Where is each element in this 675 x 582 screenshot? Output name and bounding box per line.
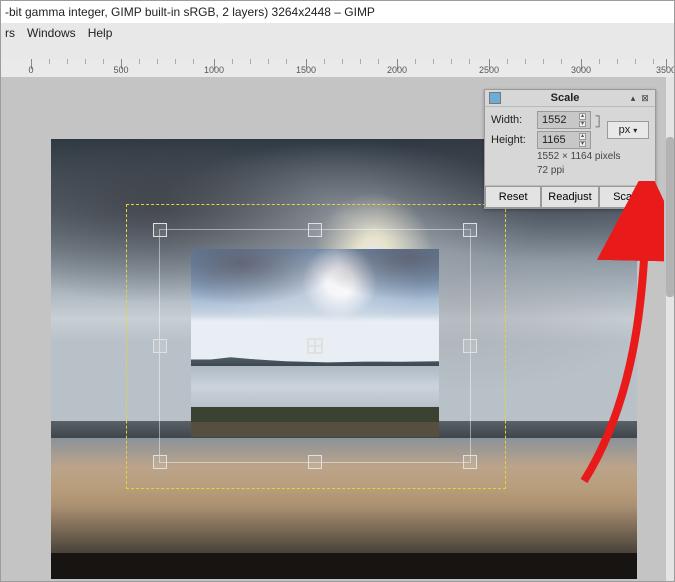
ruler-tick-label: 0: [28, 65, 33, 75]
ruler-tick-label: 2000: [387, 65, 407, 75]
ruler-tick-label: 2500: [479, 65, 499, 75]
scale-dialog: Scale ▴ ⊠ Width: 1552 ▴▾ Height:: [484, 89, 656, 209]
ruler-tick-label: 3500: [656, 65, 674, 75]
transform-handles: [159, 229, 471, 463]
scale-dialog-header[interactable]: Scale ▴ ⊠: [485, 90, 655, 107]
height-label: Height:: [491, 134, 533, 146]
scale-button[interactable]: Scale: [599, 186, 655, 208]
handle-mid-left[interactable]: [153, 339, 167, 353]
toolbar-strip: [1, 43, 674, 60]
ruler-tick-label: 1000: [204, 65, 224, 75]
collapse-icon[interactable]: ▴: [627, 92, 639, 104]
width-value: 1552: [542, 114, 566, 126]
link-icon[interactable]: ┐┘: [595, 111, 603, 149]
ruler-tick-label: 1500: [296, 65, 316, 75]
height-value: 1165: [542, 134, 566, 146]
status-resolution: 72 ppi: [491, 165, 649, 177]
handle-center[interactable]: [307, 338, 323, 354]
handle-bottom-right[interactable]: [463, 455, 477, 469]
handle-top-center[interactable]: [308, 223, 322, 237]
menu-filters[interactable]: rs: [5, 26, 15, 40]
close-icon[interactable]: ⊠: [639, 92, 651, 104]
chevron-down-icon: ▾: [633, 126, 637, 135]
handle-top-left[interactable]: [153, 223, 167, 237]
vertical-scrollbar[interactable]: [666, 77, 674, 581]
ruler-horizontal: 0 500 1000 1500 2000 2500 3000 3500: [1, 59, 674, 78]
status-size: 1552 × 1164 pixels: [491, 151, 649, 163]
unit-dropdown[interactable]: px ▾: [607, 121, 649, 139]
window-title: -bit gamma integer, GIMP built-in sRGB, …: [1, 1, 674, 24]
handle-mid-right[interactable]: [463, 339, 477, 353]
menu-windows[interactable]: Windows: [27, 26, 76, 40]
menu-bar: rs Windows Help: [1, 23, 674, 44]
menu-help[interactable]: Help: [88, 26, 113, 40]
title-text: -bit gamma integer, GIMP built-in sRGB, …: [5, 5, 375, 19]
readjust-button[interactable]: Readjust: [541, 186, 598, 208]
handle-bottom-left[interactable]: [153, 455, 167, 469]
height-input[interactable]: 1165 ▴▾: [537, 131, 591, 149]
reset-button[interactable]: Reset: [485, 186, 541, 208]
ruler-tick-label: 500: [113, 65, 128, 75]
width-input[interactable]: 1552 ▴▾: [537, 111, 591, 129]
dock-icon: [489, 92, 501, 104]
unit-label: px: [619, 124, 631, 136]
ruler-tick-label: 3000: [571, 65, 591, 75]
scrollbar-thumb[interactable]: [666, 137, 674, 297]
width-label: Width:: [491, 114, 533, 126]
handle-top-right[interactable]: [463, 223, 477, 237]
scale-dialog-title: Scale: [503, 92, 627, 104]
handle-bottom-center[interactable]: [308, 455, 322, 469]
